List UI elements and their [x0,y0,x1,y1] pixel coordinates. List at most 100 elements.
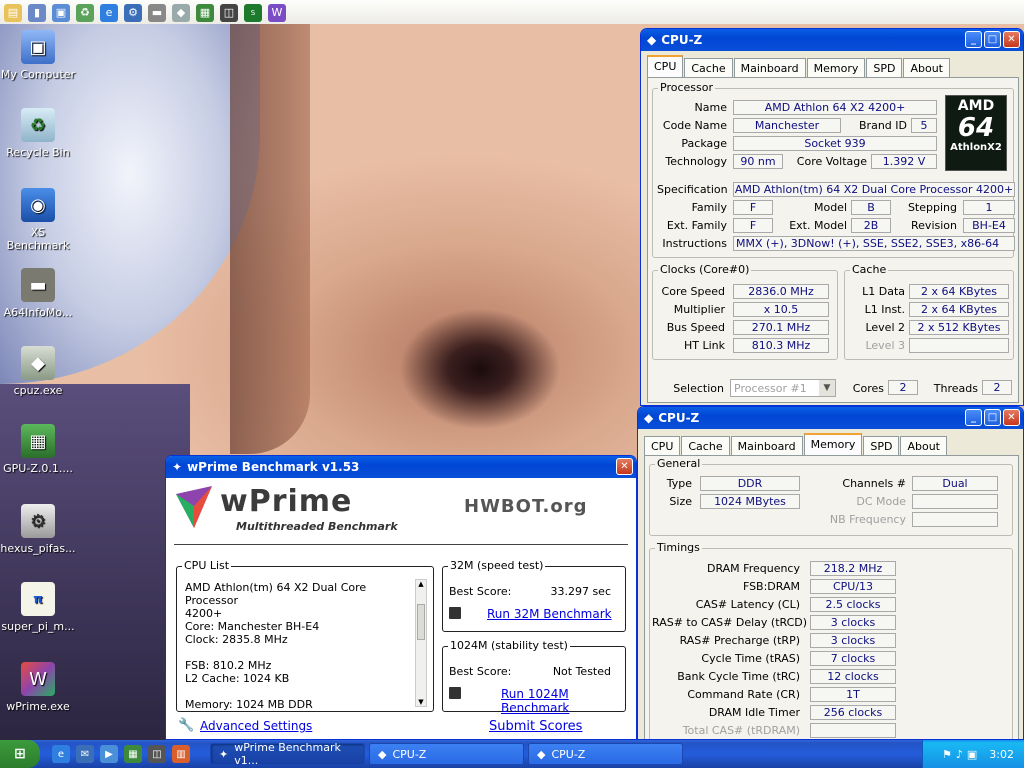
cpuz-icon: ◆ [537,747,546,761]
browser-icon[interactable]: e [52,745,70,763]
network-icon[interactable]: ⚑ [942,748,952,761]
minimize-button[interactable]: _ [965,31,982,48]
close-button[interactable]: ✕ [1003,31,1020,48]
computer-icon[interactable]: ▣ [52,3,70,22]
tab-spd[interactable]: SPD [866,58,903,79]
chip-icon[interactable]: ▬ [148,3,166,22]
type-value: DDR [700,476,800,491]
wprime-icon[interactable]: W [268,3,286,22]
scroll-thumb[interactable] [417,604,425,640]
name-value: AMD Athlon 64 X2 4200+ [733,100,937,115]
tab-mainboard[interactable]: Mainboard [733,58,806,79]
browser-icon[interactable]: e [100,3,118,22]
timing-value: 256 clocks [810,705,896,720]
minimize-button[interactable]: _ [965,409,982,426]
tab-cpu[interactable]: CPU [644,436,681,457]
nb-frequency-value [912,512,998,527]
timing-value: 12 clocks [810,669,896,684]
revision-value: BH-E4 [963,218,1015,233]
core-speed-value: 2836.0 MHz [733,284,829,299]
tab-spd[interactable]: SPD [863,436,900,457]
program-icon: ⚙ [21,504,55,538]
cpuz-icon: ◆ [647,33,657,47]
maximize-button[interactable]: □ [984,31,1001,48]
tab-about[interactable]: About [900,436,947,457]
cpu-list-line [185,646,411,659]
l1-inst-value: 2 x 64 KBytes [909,302,1009,317]
timing-value: 3 clocks [810,615,896,630]
super-pi-icon[interactable]: S [244,3,262,22]
mail-icon[interactable]: ✉ [76,745,94,763]
desktop-icon-my-computer[interactable]: ▣ My Computer [0,30,76,81]
title-bar[interactable]: ◆ CPU-Z _ □ ✕ [638,407,1023,429]
desktop-icon-recycle-bin[interactable]: ♻ Recycle Bin [0,108,76,159]
diamond-icon[interactable]: ◆ [172,3,190,22]
wprime-icon: ✦ [219,747,229,761]
desktop-icon-a64info[interactable]: ▬ A64InfoMo... [0,268,76,319]
run-32m-button[interactable]: Run 32M Benchmark [487,607,612,621]
tab-cache[interactable]: Cache [684,58,733,79]
maximize-button[interactable]: □ [984,409,1001,426]
start-button[interactable]: ⊞ [0,740,40,768]
cpu-list-line: Core: Manchester BH-E4 [185,620,320,633]
gpu-icon: ▦ [21,424,55,458]
cpu-list-text: AMD Athlon(tm) 64 X2 Dual Core Processor… [185,581,411,711]
taskbar-wprime[interactable]: ✦ wPrime Benchmark v1... [210,741,365,767]
close-button[interactable]: ✕ [616,458,633,475]
cpu-list-scrollbar[interactable]: ▲ ▼ [415,579,427,707]
selection-dropdown[interactable]: Processor #1 ▼ [730,379,836,397]
desktop-icon-hexus-pifast[interactable]: ⚙ hexus_pifas... [0,504,76,555]
tab-cpu[interactable]: CPU [647,55,684,79]
scroll-down-icon[interactable]: ▼ [416,698,426,706]
drive-icon[interactable]: ▮ [28,3,46,22]
title-bar[interactable]: ◆ CPU-Z _ □ ✕ [641,29,1023,51]
dc-mode-value [912,494,998,509]
codename-value: Manchester [733,118,841,133]
advanced-settings-link[interactable]: Advanced Settings [200,719,312,733]
submit-scores-link[interactable]: Submit Scores [489,719,582,734]
tab-about[interactable]: About [903,58,950,79]
gpu-icon[interactable]: ▦ [124,745,142,763]
window-icon[interactable]: ◫ [148,745,166,763]
memory-panel: General Type DDR Size 1024 MBytes Channe… [644,455,1019,739]
app-icon[interactable]: ▥ [172,745,190,763]
desktop-icon-super-pi[interactable]: π super_pi_m... [0,582,76,633]
title-bar[interactable]: ✦ wPrime Benchmark v1.53 ✕ [166,456,636,478]
wrench-icon: 🔧 [178,718,195,733]
cpu-list-line: Memory: 1024 MB DDR [185,698,313,711]
instructions-value: MMX (+), 3DNow! (+), SSE, SSE2, SSE3, x8… [733,236,1015,251]
recycle-icon[interactable]: ♻ [76,3,94,22]
desktop-icon-xs-benchmark[interactable]: ◉ XS Benchmark [0,188,76,252]
settings-icon[interactable]: ⚙ [124,3,142,22]
window-icon[interactable]: ◫ [220,3,238,22]
scroll-up-icon[interactable]: ▲ [416,580,426,588]
timing-value: CPU/13 [810,579,896,594]
cache-group: Cache L1 Data 2 x 64 KBytes L1 Inst. 2 x… [844,263,1014,360]
wprime-icon: ✦ [172,460,183,474]
desktop-icon-cpuz[interactable]: ◆ cpuz.exe [0,346,76,397]
taskbar-cpuz-2[interactable]: ◆ CPU-Z [528,743,683,765]
cpu-panel: Processor Name AMD Athlon 64 X2 4200+ Co… [647,77,1019,403]
taskbar-cpuz-1[interactable]: ◆ CPU-Z [369,743,524,765]
desktop-icon-gpuz[interactable]: ▦ GPU-Z.0.1.... [0,424,76,475]
folder-icon[interactable]: ▤ [4,3,22,22]
close-button[interactable]: ✕ [1003,409,1020,426]
stepping-value: 1 [963,200,1015,215]
tab-cache[interactable]: Cache [681,436,730,457]
model-value: B [851,200,891,215]
media-icon[interactable]: ▶ [100,745,118,763]
specification-value: AMD Athlon(tm) 64 X2 Dual Core Processor… [733,182,1015,197]
tab-memory[interactable]: Memory [803,433,863,457]
monitor-icon[interactable]: ▣ [967,748,977,761]
desktop-icon-wprime[interactable]: W wPrime.exe [0,662,76,713]
cpu-list-group: CPU List AMD Athlon(tm) 64 X2 Dual Core … [176,559,434,712]
diamond-icon: ◆ [21,346,55,380]
timing-value [810,723,896,738]
computer-icon: ▣ [21,30,55,64]
gpu-icon[interactable]: ▦ [196,3,214,22]
save-icon [449,687,461,699]
run-1024m-button[interactable]: Run 1024M Benchmark [501,687,625,715]
tab-mainboard[interactable]: Mainboard [730,436,803,457]
volume-icon[interactable]: ♪ [956,748,963,761]
tab-memory[interactable]: Memory [806,58,866,79]
